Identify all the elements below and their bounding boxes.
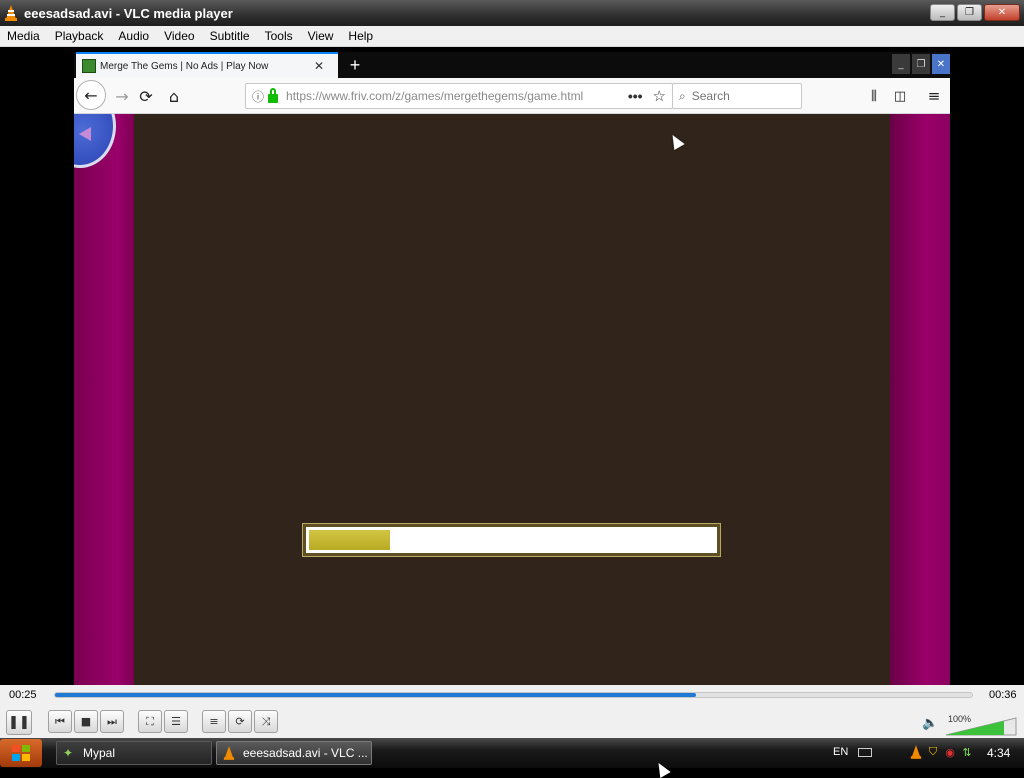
search-input[interactable] bbox=[691, 89, 787, 103]
total-time: 00:36 bbox=[989, 689, 1017, 701]
browser-nav-bar: ← → ⟳ ⌂ ⓘ https://www.friv.com/z/games/m… bbox=[74, 78, 950, 114]
loading-bar bbox=[303, 524, 720, 556]
browser-close-button[interactable]: ✕ bbox=[932, 54, 950, 74]
browser-tab-bar: Merge The Gems | No Ads | Play Now ✕ + _… bbox=[74, 52, 950, 78]
vlc-tray-icon[interactable] bbox=[909, 745, 923, 759]
vlc-cone-icon bbox=[223, 746, 237, 760]
page-actions-icon[interactable]: ••• bbox=[628, 88, 643, 104]
library-icon[interactable]: ⫼ bbox=[862, 84, 886, 108]
stop-button[interactable]: ■ bbox=[74, 710, 98, 733]
extended-settings-button[interactable]: ☰ bbox=[164, 710, 188, 733]
search-bar[interactable]: ⌕ bbox=[672, 83, 802, 109]
browser-tab[interactable]: Merge The Gems | No Ads | Play Now ✕ bbox=[76, 52, 338, 78]
taskbar-item-label: eeesadsad.avi - VLC ... bbox=[243, 746, 368, 760]
menu-subtitle[interactable]: Subtitle bbox=[203, 29, 258, 43]
tab-close-icon[interactable]: ✕ bbox=[314, 59, 324, 73]
menu-view[interactable]: View bbox=[301, 29, 342, 43]
lock-icon bbox=[268, 87, 279, 103]
mypal-icon: ✦ bbox=[63, 746, 74, 760]
home-icon[interactable]: ⌂ bbox=[162, 84, 186, 108]
new-tab-button[interactable]: + bbox=[344, 52, 366, 78]
fullscreen-button[interactable]: ⛶ bbox=[138, 710, 162, 733]
left-arrow-icon bbox=[79, 127, 91, 141]
elapsed-time: 00:25 bbox=[9, 689, 37, 701]
window-title: eeesadsad.avi - VLC media player bbox=[24, 5, 233, 21]
vlc-window-controls: _ ❐ ✕ bbox=[930, 4, 1020, 21]
browser-minimize-button[interactable]: _ bbox=[892, 54, 910, 74]
shuffle-button[interactable]: ⤨ bbox=[254, 710, 278, 733]
keyboard-icon[interactable] bbox=[858, 748, 872, 757]
vlc-cone-icon bbox=[4, 5, 18, 21]
menu-audio[interactable]: Audio bbox=[111, 29, 157, 43]
loop-button[interactable]: ⟳ bbox=[228, 710, 252, 733]
playlist-button[interactable]: ≡ bbox=[202, 710, 226, 733]
menu-tools[interactable]: Tools bbox=[258, 29, 301, 43]
menu-playback[interactable]: Playback bbox=[48, 29, 112, 43]
seek-slider-fill bbox=[55, 693, 696, 697]
tab-title: Merge The Gems | No Ads | Play Now bbox=[100, 60, 269, 72]
maximize-button[interactable]: ❐ bbox=[957, 4, 982, 21]
close-button[interactable]: ✕ bbox=[984, 4, 1020, 21]
vlc-control-bar: ❚❚ ⏮ ■ ⏭ ⛶ ☰ ≡ ⟳ ⤨ 🔈 100% bbox=[0, 707, 1024, 738]
game-favicon-icon bbox=[82, 59, 96, 73]
shield-icon[interactable]: ⛉ bbox=[926, 745, 940, 759]
search-icon: ⌕ bbox=[679, 88, 686, 103]
previous-button[interactable]: ⏮ bbox=[48, 710, 72, 733]
forward-icon[interactable]: → bbox=[110, 84, 134, 108]
back-icon[interactable]: ← bbox=[76, 80, 106, 110]
volume-level: 100% bbox=[948, 714, 972, 724]
reload-icon[interactable]: ⟳ bbox=[134, 84, 158, 108]
next-button[interactable]: ⏭ bbox=[100, 710, 124, 733]
url-bar[interactable]: ⓘ https://www.friv.com/z/games/mergetheg… bbox=[245, 83, 673, 109]
menu-video[interactable]: Video bbox=[157, 29, 202, 43]
network-icon[interactable]: ⇅ bbox=[960, 745, 974, 759]
hamburger-menu-icon[interactable]: ≡ bbox=[922, 84, 946, 108]
windows-logo-icon bbox=[12, 745, 30, 761]
browser-window: Merge The Gems | No Ads | Play Now ✕ + _… bbox=[74, 52, 950, 685]
taskbar-item-mypal[interactable]: ✦ Mypal bbox=[56, 741, 212, 765]
web-page-content bbox=[74, 114, 950, 685]
taskbar-item-vlc[interactable]: eeesadsad.avi - VLC ... bbox=[216, 741, 372, 765]
pause-button[interactable]: ❚❚ bbox=[6, 710, 32, 735]
browser-window-controls: _ ❐ ✕ bbox=[892, 54, 950, 74]
browser-maximize-button[interactable]: ❐ bbox=[912, 54, 930, 74]
start-button[interactable] bbox=[0, 739, 42, 767]
sidebar-icon[interactable]: ◫ bbox=[888, 84, 912, 108]
system-tray: ⛉ ◉ ⇅ bbox=[909, 745, 974, 759]
bookmark-star-icon[interactable]: ☆ bbox=[653, 87, 666, 105]
speaker-icon[interactable]: 🔈 bbox=[922, 716, 938, 731]
language-indicator[interactable]: EN bbox=[833, 746, 848, 758]
taskbar: ✦ Mypal eeesadsad.avi - VLC ... EN ⛉ ◉ ⇅… bbox=[0, 738, 1024, 768]
loading-bar-fill bbox=[309, 530, 390, 550]
taskbar-item-label: Mypal bbox=[83, 746, 116, 760]
vlc-menu-bar: Media Playback Audio Video Subtitle Tool… bbox=[0, 26, 1024, 47]
vlc-seek-row: 00:25 00:36 bbox=[0, 685, 1024, 707]
game-canvas[interactable] bbox=[134, 114, 890, 685]
page-side-strip bbox=[890, 114, 950, 685]
menu-media[interactable]: Media bbox=[0, 29, 48, 43]
minimize-button[interactable]: _ bbox=[930, 4, 955, 21]
url-text[interactable]: https://www.friv.com/z/games/mergethegem… bbox=[286, 89, 628, 103]
antivirus-icon[interactable]: ◉ bbox=[943, 745, 957, 759]
clock: 4:34 bbox=[987, 746, 1011, 760]
back-arrow-corner-button[interactable] bbox=[74, 114, 116, 168]
menu-help[interactable]: Help bbox=[341, 29, 381, 43]
vlc-title-bar: eeesadsad.avi - VLC media player _ ❐ ✕ bbox=[0, 0, 1024, 26]
seek-slider[interactable] bbox=[54, 692, 973, 698]
site-info-icon[interactable]: ⓘ bbox=[252, 88, 264, 105]
